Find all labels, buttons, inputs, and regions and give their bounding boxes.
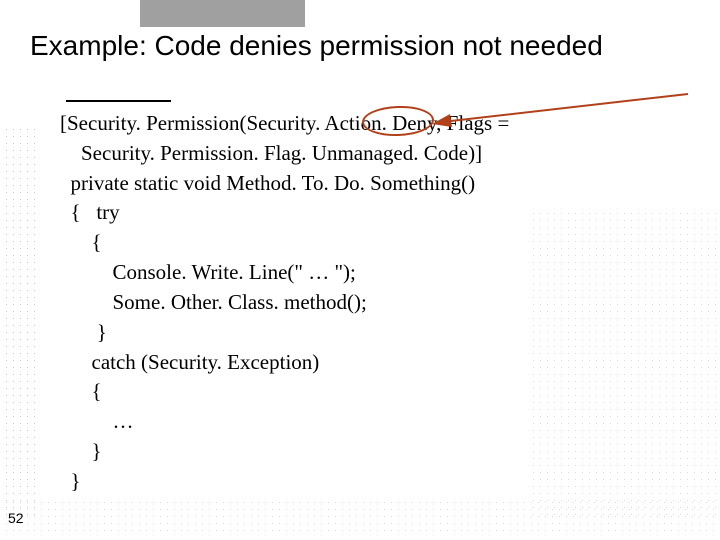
dotted-background-left bbox=[3, 126, 38, 520]
code-line-11: … bbox=[60, 407, 680, 437]
code-line-3: private static void Method. To. Do. Some… bbox=[60, 169, 680, 199]
code-line-6: Console. Write. Line(" … "); bbox=[60, 258, 680, 288]
code-block: [Security. Permission(Security. Action. … bbox=[60, 109, 680, 497]
page-number: 52 bbox=[8, 510, 24, 526]
code-line-1: [Security. Permission(Security. Action. … bbox=[60, 109, 680, 139]
title-underline bbox=[66, 100, 171, 102]
code-line-5: { bbox=[60, 228, 680, 258]
code-line-7: Some. Other. Class. method(); bbox=[60, 288, 680, 318]
code-line-10: { bbox=[60, 377, 680, 407]
slide-title: Example: Code denies permission not need… bbox=[30, 30, 690, 62]
code-line-4: { try bbox=[60, 198, 680, 228]
decorative-shadow bbox=[140, 0, 305, 27]
code-line-8: } bbox=[60, 318, 680, 348]
code-line-2: Security. Permission. Flag. Unmanaged. C… bbox=[60, 139, 680, 169]
code-line-12: } bbox=[60, 437, 680, 467]
slide: Example: Code denies permission not need… bbox=[0, 0, 720, 540]
code-line-9: catch (Security. Exception) bbox=[60, 348, 680, 378]
dotted-background-bottom bbox=[3, 499, 717, 537]
code-line-13: } bbox=[60, 467, 680, 497]
